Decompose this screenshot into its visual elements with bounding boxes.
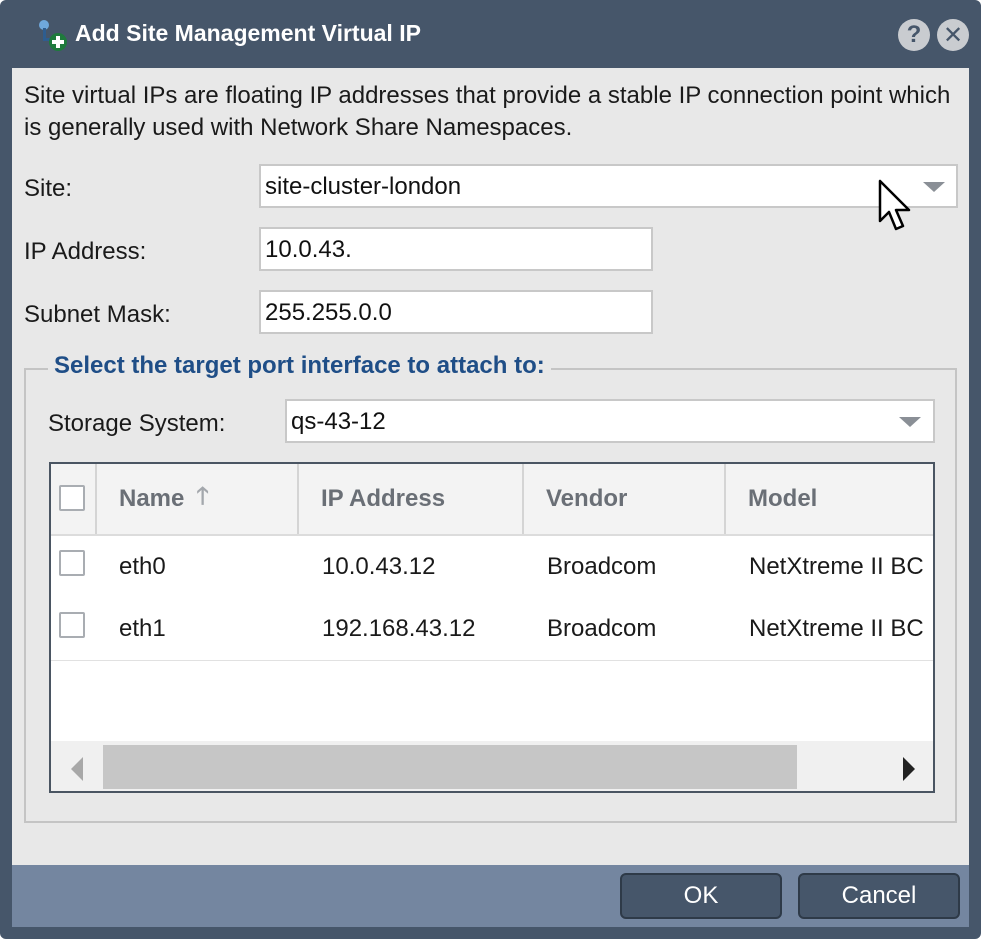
- row-ip-address: 192.168.43.12: [322, 615, 476, 642]
- ok-button[interactable]: OK: [620, 873, 782, 919]
- grid-header: Name 🡑 IP Address Vendor Model: [51, 464, 933, 536]
- storage-system-value: qs-43-12: [291, 408, 386, 435]
- subnet-mask-label: Subnet Mask:: [24, 301, 171, 328]
- column-header-name-label: Name: [119, 485, 185, 512]
- dialog-title: Add Site Management Virtual IP: [75, 20, 421, 46]
- dialog-description: Site virtual IPs are floating IP address…: [24, 82, 951, 141]
- storage-system-label: Storage System:: [48, 410, 226, 437]
- table-row[interactable]: eth1 192.168.43.12 Broadcom NetXtreme II…: [51, 598, 933, 661]
- help-button[interactable]: ?: [898, 19, 930, 51]
- column-header-model-label: Model: [748, 485, 818, 512]
- mouse-pointer-icon: [878, 179, 911, 231]
- target-port-legend: Select the target port interface to atta…: [48, 352, 551, 380]
- row-model: NetXtreme II BC: [749, 615, 924, 642]
- help-icon: ?: [906, 21, 922, 48]
- row-name: eth1: [119, 615, 166, 642]
- site-select-value: site-cluster-london: [265, 173, 462, 200]
- ip-address-label: IP Address:: [24, 238, 147, 265]
- scrollbar-thumb[interactable]: [103, 745, 797, 789]
- column-header-ip-address[interactable]: IP Address: [299, 464, 524, 534]
- target-port-fieldset: Select the target port interface to atta…: [24, 352, 957, 823]
- column-header-model[interactable]: Model: [726, 464, 933, 534]
- table-row[interactable]: eth0 10.0.43.12 Broadcom NetXtreme II BC: [51, 536, 933, 599]
- horizontal-scrollbar[interactable]: [51, 741, 933, 791]
- row-model: NetXtreme II BC: [749, 553, 924, 580]
- storage-system-select[interactable]: qs-43-12: [285, 399, 935, 443]
- row-checkbox[interactable]: [59, 550, 85, 576]
- dialog-body: Site virtual IPs are floating IP address…: [12, 68, 969, 865]
- site-label: Site:: [24, 175, 73, 202]
- ip-address-input[interactable]: 10.0.43.: [259, 227, 653, 271]
- row-ip-address: 10.0.43.12: [322, 553, 436, 580]
- row-name: eth0: [119, 553, 166, 580]
- row-checkbox[interactable]: [59, 612, 85, 638]
- dialog-footer: OK Cancel: [12, 865, 969, 927]
- column-header-vendor[interactable]: Vendor: [524, 464, 726, 534]
- close-icon: ✕: [942, 21, 964, 49]
- column-header-vendor-label: Vendor: [546, 485, 628, 512]
- site-select[interactable]: site-cluster-london: [259, 164, 958, 208]
- subnet-mask-input[interactable]: 255.255.0.0: [259, 290, 653, 334]
- add-site-vip-dialog: Add Site Management Virtual IP ? ✕ Site …: [0, 0, 981, 939]
- scroll-left-icon[interactable]: [71, 757, 83, 781]
- dialog-titlebar[interactable]: Add Site Management Virtual IP ? ✕: [0, 0, 981, 68]
- column-header-name[interactable]: Name 🡑: [97, 464, 299, 534]
- select-all-cell: [51, 464, 97, 534]
- chevron-down-icon[interactable]: [923, 182, 945, 192]
- scroll-right-icon[interactable]: [903, 757, 915, 781]
- chevron-down-icon[interactable]: [899, 417, 921, 427]
- ip-address-value: 10.0.43.: [265, 236, 352, 263]
- sort-ascending-icon: 🡑: [196, 482, 209, 510]
- row-vendor: Broadcom: [547, 615, 657, 642]
- select-all-checkbox[interactable]: [59, 485, 85, 511]
- subnet-mask-value: 255.255.0.0: [265, 299, 392, 326]
- row-vendor: Broadcom: [547, 553, 657, 580]
- add-network-icon: [39, 20, 67, 51]
- cancel-button[interactable]: Cancel: [798, 873, 960, 919]
- close-button[interactable]: ✕: [937, 19, 969, 51]
- column-header-ip-address-label: IP Address: [321, 485, 446, 512]
- port-grid: Name 🡑 IP Address Vendor Model eth0 10.0…: [49, 462, 935, 793]
